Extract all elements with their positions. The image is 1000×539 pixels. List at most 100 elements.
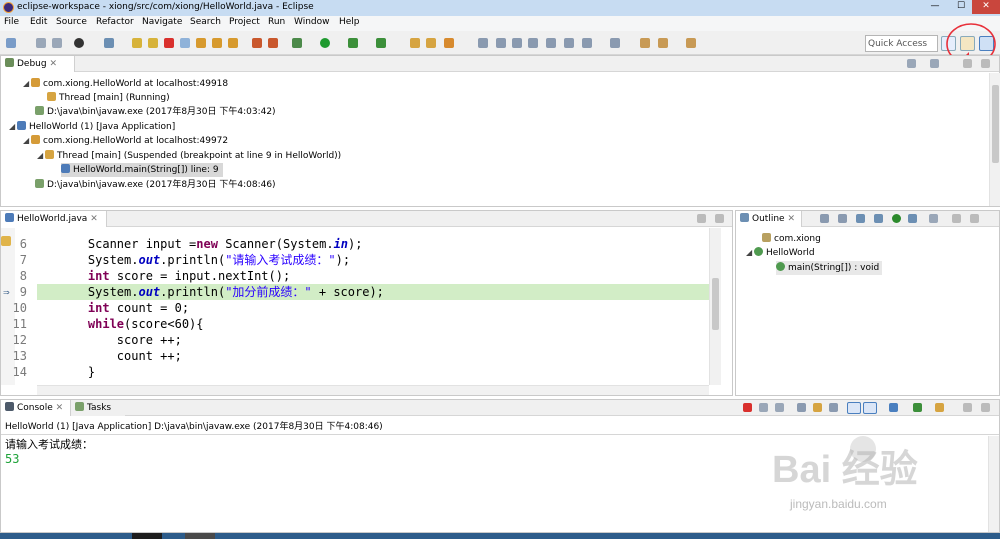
menu-refactor[interactable]: Refactor (96, 17, 134, 27)
step-into-icon[interactable] (196, 38, 206, 48)
minimize-button[interactable]: — (922, 0, 948, 14)
editor-scrollbar-thumb[interactable] (712, 278, 719, 330)
outline-row[interactable]: com.xiong (762, 232, 821, 246)
menu-edit[interactable]: Edit (30, 17, 47, 27)
maximize-view-icon[interactable] (970, 214, 979, 223)
debug-tree-row[interactable]: ◢ com.xiong.HelloWorld at localhost:49972 (23, 134, 228, 148)
tab-tasks[interactable]: Tasks (71, 400, 125, 416)
menu-project[interactable]: Project (229, 17, 260, 27)
show-on-stdout-icon[interactable] (847, 402, 861, 414)
editor-horizontal-scrollbar[interactable] (37, 385, 709, 395)
taskbar-item-icon[interactable] (132, 533, 162, 539)
external-tools-icon[interactable] (376, 38, 386, 48)
maximize-button[interactable]: ☐ (948, 0, 974, 14)
minimize-view-icon[interactable] (952, 214, 961, 223)
close-button[interactable]: ✕ (972, 0, 1000, 14)
new-java-project-icon[interactable] (410, 38, 420, 48)
close-icon[interactable]: ✕ (787, 214, 795, 224)
menu-run[interactable]: Run (268, 17, 285, 27)
previous-annotation-icon[interactable] (610, 38, 620, 48)
debug-tree-row[interactable]: D:\java\bin\javaw.exe (2017年8月30日 下午4:03… (35, 105, 276, 119)
open-console-icon[interactable] (935, 403, 944, 412)
debug-tree-row[interactable]: ◢ com.xiong.HelloWorld at localhost:49918 (23, 77, 228, 91)
debug-tree-row[interactable]: ◢ HelloWorld (1) [Java Application] (9, 120, 175, 134)
new-icon[interactable] (6, 38, 16, 48)
debug-run-icon[interactable] (292, 38, 302, 48)
hide-non-public-icon[interactable] (892, 214, 901, 223)
step-return-icon[interactable] (228, 38, 238, 48)
taskbar-item-icon[interactable] (185, 533, 215, 539)
toggle-mark-icon[interactable] (528, 38, 538, 48)
resume-icon[interactable] (132, 38, 142, 48)
debug-scrollbar[interactable] (989, 73, 1000, 206)
open-task-icon[interactable] (496, 38, 506, 48)
collapse-all-icon[interactable] (820, 214, 829, 223)
minimize-view-icon[interactable] (697, 214, 706, 223)
new-package-icon[interactable] (426, 38, 436, 48)
menu-search[interactable]: Search (190, 17, 221, 27)
debug-tree-row[interactable]: Thread [main] (Running) (47, 91, 170, 105)
debug-tree-row[interactable]: D:\java\bin\javaw.exe (2017年8月30日 下午4:08… (35, 178, 276, 192)
save-all-icon[interactable] (52, 38, 62, 48)
forward-icon[interactable] (686, 38, 696, 48)
new-class-icon[interactable] (444, 38, 454, 48)
drop-to-frame-icon[interactable] (252, 38, 262, 48)
menu-source[interactable]: Source (56, 17, 87, 27)
view-menu-icon[interactable] (930, 59, 939, 68)
show-whitespace-icon[interactable] (546, 38, 556, 48)
hide-local-types-icon[interactable] (908, 214, 917, 223)
hide-static-icon[interactable] (874, 214, 883, 223)
skip-breakpoints-icon[interactable] (104, 38, 114, 48)
tab-outline[interactable]: Outline ✕ (736, 211, 802, 227)
remove-launch-icon[interactable] (759, 403, 768, 412)
suspend-icon[interactable] (148, 38, 158, 48)
maximize-view-icon[interactable] (981, 403, 990, 412)
scroll-lock-icon[interactable] (813, 403, 822, 412)
sort-icon[interactable] (838, 214, 847, 223)
code-area[interactable]: ⇒ 6 Scanner input =new Scanner(System.in… (1, 228, 721, 385)
step-over-icon[interactable] (212, 38, 222, 48)
minimize-view-icon[interactable] (963, 59, 972, 68)
last-edit-icon[interactable] (640, 38, 650, 48)
close-icon[interactable]: ✕ (56, 403, 64, 413)
maximize-view-icon[interactable] (715, 214, 724, 223)
hide-fields-icon[interactable] (856, 214, 865, 223)
menu-file[interactable]: File (4, 17, 19, 27)
terminate-icon[interactable] (743, 403, 752, 412)
pin-console-icon[interactable] (889, 403, 898, 412)
close-icon[interactable]: ✕ (90, 214, 98, 224)
editor-vertical-scrollbar[interactable] (709, 228, 721, 385)
menu-help[interactable]: Help (339, 17, 360, 27)
maximize-view-icon[interactable] (981, 59, 990, 68)
menu-navigate[interactable]: Navigate (142, 17, 182, 27)
disconnect-icon[interactable] (180, 38, 190, 48)
remove-all-icon[interactable] (775, 403, 784, 412)
outline-row-selected[interactable]: main(String[]) : void (776, 261, 883, 275)
open-type-icon[interactable] (478, 38, 488, 48)
show-on-stderr-icon[interactable] (863, 402, 877, 414)
close-icon[interactable]: ✕ (49, 59, 57, 69)
run-icon[interactable] (320, 38, 330, 48)
debug-tree-row[interactable]: ◢ Thread [main] (Suspended (breakpoint at… (37, 149, 341, 163)
view-menu-icon[interactable] (929, 214, 938, 223)
menu-window[interactable]: Window (294, 17, 330, 27)
console-scrollbar[interactable] (988, 436, 999, 532)
coverage-icon[interactable] (348, 38, 358, 48)
use-step-filters-icon[interactable] (268, 38, 278, 48)
tab-hello-world-java[interactable]: HelloWorld.java ✕ (1, 211, 107, 227)
back-icon[interactable] (658, 38, 668, 48)
display-console-icon[interactable] (913, 403, 922, 412)
collapse-icon[interactable]: ◢ (23, 77, 31, 91)
clear-console-icon[interactable] (797, 403, 806, 412)
console-input-line[interactable]: 53 (5, 452, 19, 467)
collapse-icon[interactable]: ◢ (23, 134, 31, 148)
collapse-icon[interactable]: ◢ (9, 120, 17, 134)
save-icon[interactable] (36, 38, 46, 48)
terminate-icon[interactable] (164, 38, 174, 48)
collapse-icon[interactable]: ◢ (37, 149, 45, 163)
debug-tree-row-selected[interactable]: HelloWorld.main(String[]) line: 9 (61, 163, 223, 177)
word-wrap-icon[interactable] (829, 403, 838, 412)
debug-target-icon[interactable] (74, 38, 84, 48)
search-icon[interactable] (512, 38, 522, 48)
tab-console[interactable]: Console ✕ (1, 400, 71, 416)
